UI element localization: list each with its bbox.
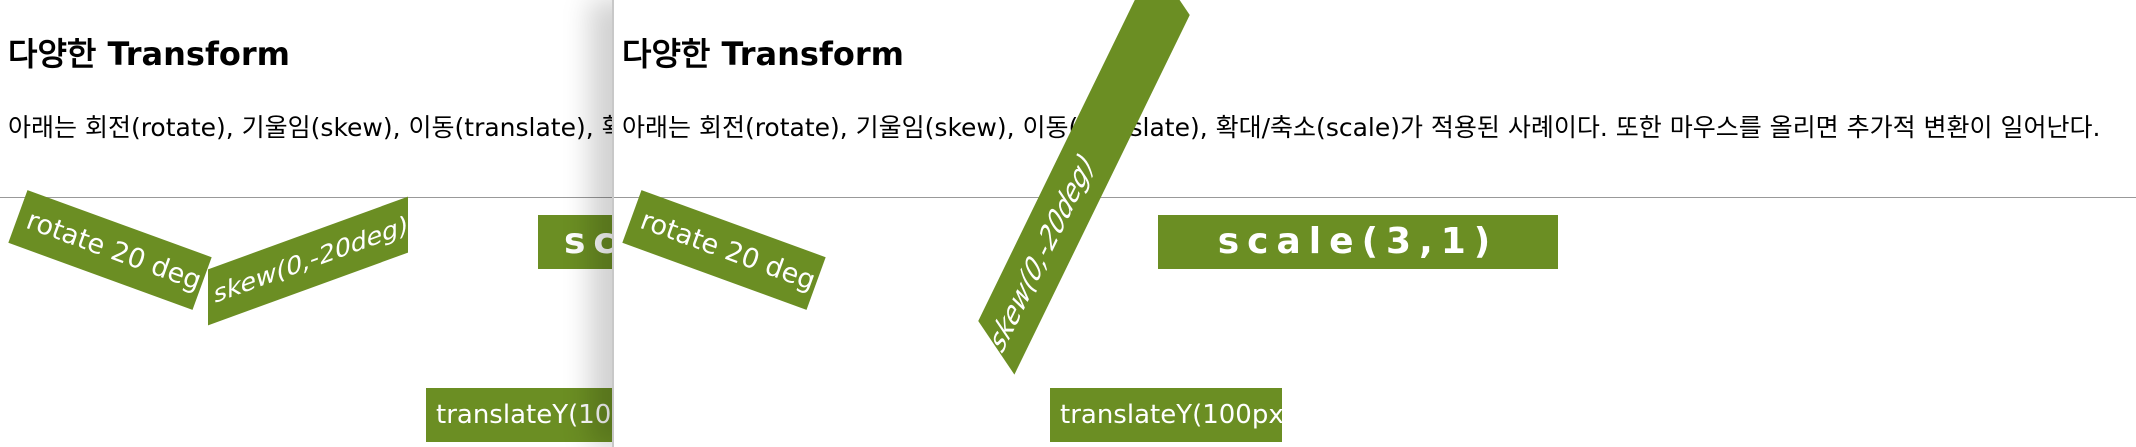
page-title: 다양한 Transform	[8, 35, 291, 73]
rotate-box[interactable]: rotate 20 deg	[622, 190, 826, 310]
scale-box-label: scale(3,1)	[564, 221, 612, 262]
skew-box-label: skew(0,-20deg)	[214, 209, 408, 310]
page-title: 다양한 Transform	[622, 35, 905, 73]
page-description: 아래는 회전(rotate), 기울임(skew), 이동(translate)…	[8, 113, 612, 142]
back-window: 다양한 Transform 아래는 회전(rotate), 기울임(skew),…	[0, 0, 612, 447]
page-description: 아래는 회전(rotate), 기울임(skew), 이동(translate)…	[622, 113, 2101, 142]
skew-box-label: skew(0,-20deg)	[985, 144, 1098, 363]
front-window: 다양한 Transform 아래는 회전(rotate), 기울임(skew),…	[612, 0, 2136, 447]
translate-box[interactable]: translateY(100px)	[1050, 388, 1294, 442]
scale-box[interactable]: scale(3,1)	[538, 215, 612, 269]
rotate-box-label: rotate 20 deg	[636, 204, 820, 297]
divider	[0, 197, 612, 198]
divider	[614, 197, 2136, 198]
translate-box-label: translateY(100px)	[1060, 400, 1294, 430]
skew-box[interactable]: skew(0,-20deg)	[208, 196, 408, 326]
translate-box-label: translateY(100px)	[436, 400, 612, 430]
rotate-box[interactable]: rotate 20 deg	[8, 190, 212, 310]
skew-box-hover[interactable]: skew(0,-20deg)	[978, 0, 1190, 375]
rotate-box-label: rotate 20 deg	[22, 204, 206, 297]
scale-box[interactable]: scale(3,1)	[1158, 215, 1558, 269]
scale-box-label: scale(3,1)	[1217, 221, 1499, 262]
translate-box[interactable]: translateY(100px)	[426, 388, 612, 442]
